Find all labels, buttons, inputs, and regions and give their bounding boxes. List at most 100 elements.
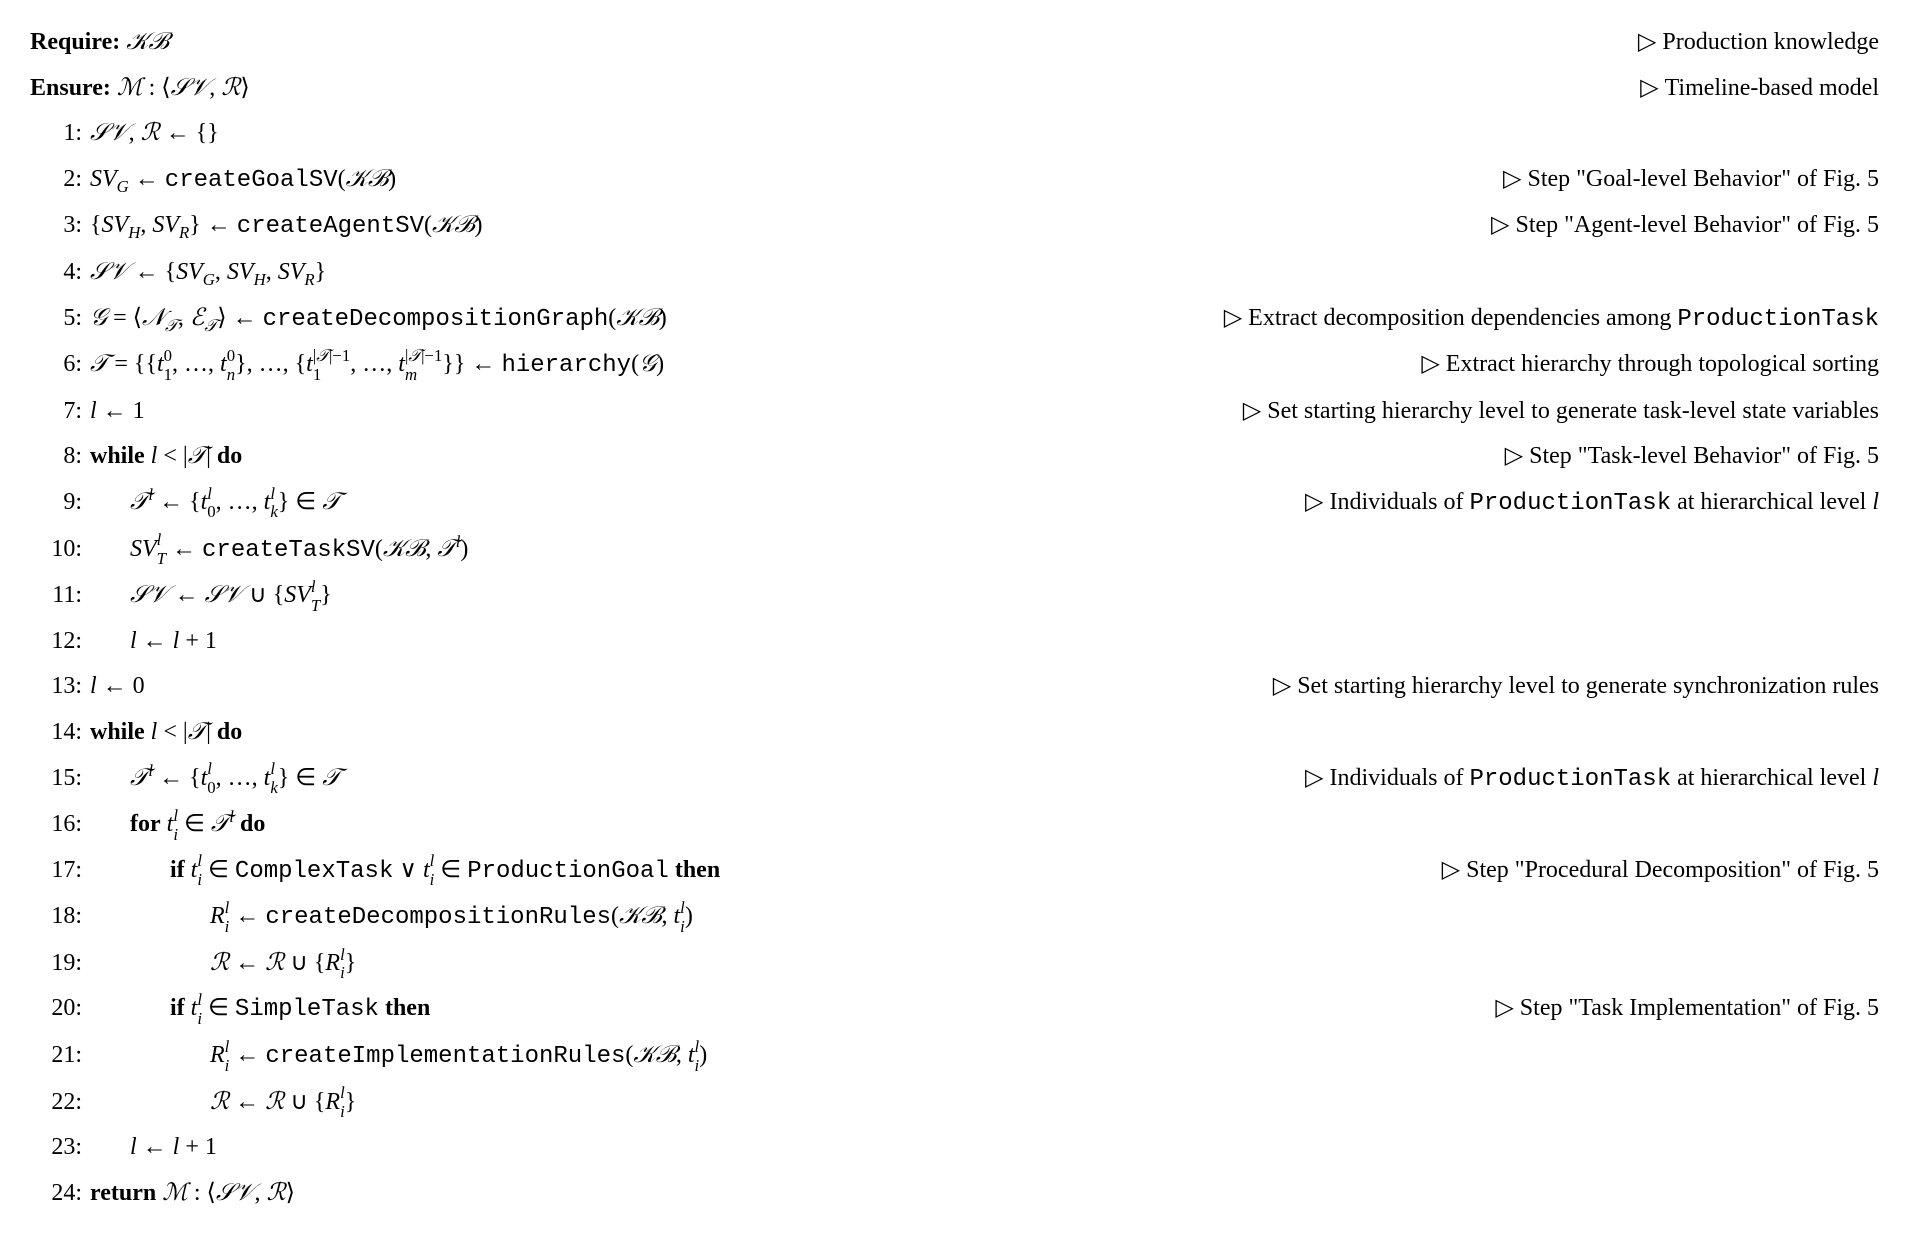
line-body: if tli ∈ ComplexTask ∨ tli ∈ ProductionG… xyxy=(90,848,720,895)
then-keyword: then xyxy=(385,995,430,1021)
comment-suffix: at hierarchical level l xyxy=(1671,765,1879,791)
line-body: 𝒯l ← {tl0, …, tlk} ∈ 𝒯 xyxy=(90,756,341,802)
do-keyword: do xyxy=(217,443,242,469)
for-keyword: for xyxy=(130,811,161,837)
return-keyword: return xyxy=(90,1180,156,1206)
lineno: 4: xyxy=(30,250,90,296)
line-body: for tli ∈ 𝒯l do xyxy=(90,802,265,848)
line-comment: Individuals of ProductionTask at hierarc… xyxy=(1265,756,1879,803)
line-body: 𝒮𝒱 ← 𝒮𝒱 ∪ {SVlT} xyxy=(90,573,332,619)
then-keyword: then xyxy=(675,857,720,883)
line-body: l ← l + 1 xyxy=(90,1125,217,1171)
lineno: 18: xyxy=(30,894,90,940)
line-body: {SVH, SVR} ← createAgentSV(𝒦ℬ) xyxy=(90,203,483,250)
line-19: 19: ℛ ← ℛ ∪ {Rli} xyxy=(30,941,1879,987)
line-4: 4: 𝒮𝒱 ← {SVG, SVH, SVR} xyxy=(30,250,1879,296)
ensure-comment: Timeline-based model xyxy=(1600,66,1879,112)
lineno: 12: xyxy=(30,619,90,665)
line-2: 2: SVG ← createGoalSV(𝒦ℬ) Step "Goal-lev… xyxy=(30,157,1879,204)
line-body: while l < |𝒯| do xyxy=(90,434,242,480)
line-7: 7: l ← 1 Set starting hierarchy level to… xyxy=(30,389,1879,435)
line-body: 𝒮𝒱, ℛ ← {} xyxy=(90,111,219,157)
line-13: 13: l ← 0 Set starting hierarchy level t… xyxy=(30,664,1879,710)
line-20: 20: if tli ∈ SimpleTask then Step "Task … xyxy=(30,986,1879,1033)
line-11: 11: 𝒮𝒱 ← 𝒮𝒱 ∪ {SVlT} xyxy=(30,573,1879,619)
if-keyword: if xyxy=(170,857,185,883)
line-16: 16: for tli ∈ 𝒯l do xyxy=(30,802,1879,848)
line-comment: Step "Goal-level Behavior" of Fig. 5 xyxy=(1463,157,1879,203)
line-body: SVlT ← createTaskSV(𝒦ℬ, 𝒯l) xyxy=(90,527,468,574)
ensure-value: ℳ : ⟨𝒮𝒱, ℛ⟩ xyxy=(117,75,250,101)
lineno: 13: xyxy=(30,664,90,710)
line-comment: Set starting hierarchy level to generate… xyxy=(1233,664,1879,710)
do-keyword: do xyxy=(240,811,265,837)
line-22: 22: ℛ ← ℛ ∪ {Rli} xyxy=(30,1080,1879,1126)
line-3: 3: {SVH, SVR} ← createAgentSV(𝒦ℬ) Step "… xyxy=(30,203,1879,250)
line-18: 18: Rli ← createDecompositionRules(𝒦ℬ, t… xyxy=(30,894,1879,941)
line-5: 5: 𝒢 = ⟨𝒩𝒯, ℰ𝒯⟩ ← createDecompositionGra… xyxy=(30,296,1879,343)
line-body: while l < |𝒯| do xyxy=(90,710,242,756)
line-comment: Extract hierarchy through topological so… xyxy=(1381,342,1879,388)
lineno: 16: xyxy=(30,802,90,848)
line-body: return ℳ : ⟨𝒮𝒱, ℛ⟩ xyxy=(90,1171,295,1217)
lineno: 15: xyxy=(30,756,90,802)
line-21: 21: Rli ← createImplementationRules(𝒦ℬ, … xyxy=(30,1033,1879,1080)
line-body: 𝒮𝒱 ← {SVG, SVH, SVR} xyxy=(90,250,326,296)
lineno: 24: xyxy=(30,1171,90,1217)
line-1: 1: 𝒮𝒱, ℛ ← {} xyxy=(30,111,1879,157)
lineno: 5: xyxy=(30,296,90,342)
line-body: ℛ ← ℛ ∪ {Rli} xyxy=(90,1080,356,1126)
line-6: 6: 𝒯 = {{t01, …, t0n}, …, {t|𝒯|−11, …, t… xyxy=(30,342,1879,389)
lineno: 3: xyxy=(30,203,90,249)
line-comment: Extract decomposition dependencies among… xyxy=(1184,296,1879,343)
lineno: 1: xyxy=(30,111,90,157)
require-line: Require: 𝒦ℬ Production knowledge xyxy=(30,20,1879,66)
lineno: 2: xyxy=(30,157,90,203)
lineno: 20: xyxy=(30,986,90,1032)
line-body: l ← 0 xyxy=(90,664,145,710)
comment-code: ProductionTask xyxy=(1677,306,1879,333)
line-body: Rli ← createDecompositionRules(𝒦ℬ, tli) xyxy=(90,894,693,941)
comment-code: ProductionTask xyxy=(1469,490,1671,517)
lineno: 17: xyxy=(30,848,90,894)
line-8: 8: while l < |𝒯| do Step "Task-level Beh… xyxy=(30,434,1879,480)
lineno: 23: xyxy=(30,1125,90,1171)
line-17: 17: if tli ∈ ComplexTask ∨ tli ∈ Product… xyxy=(30,848,1879,895)
line-23: 23: l ← l + 1 xyxy=(30,1125,1879,1171)
if-keyword: if xyxy=(170,995,185,1021)
comment-text: Individuals of xyxy=(1329,489,1469,515)
line-body: 𝒯l ← {tl0, …, tlk} ∈ 𝒯 xyxy=(90,480,341,526)
line-10: 10: SVlT ← createTaskSV(𝒦ℬ, 𝒯l) xyxy=(30,527,1879,574)
line-comment: Individuals of ProductionTask at hierarc… xyxy=(1265,480,1879,527)
ensure-line: Ensure: ℳ : ⟨𝒮𝒱, ℛ⟩ Timeline-based model xyxy=(30,66,1879,112)
lineno: 21: xyxy=(30,1033,90,1079)
line-comment: Step "Procedural Decomposition" of Fig. … xyxy=(1402,848,1879,894)
require-value: 𝒦ℬ xyxy=(126,29,168,55)
lineno: 19: xyxy=(30,941,90,987)
comment-suffix: at hierarchical level l xyxy=(1671,489,1879,515)
comment-text: Extract decomposition dependencies among xyxy=(1248,305,1677,331)
lineno: 7: xyxy=(30,389,90,435)
line-14: 14: while l < |𝒯| do xyxy=(30,710,1879,756)
line-24: 24: return ℳ : ⟨𝒮𝒱, ℛ⟩ xyxy=(30,1171,1879,1217)
while-keyword: while xyxy=(90,719,145,745)
line-body: Rli ← createImplementationRules(𝒦ℬ, tli) xyxy=(90,1033,707,1080)
lineno: 10: xyxy=(30,527,90,573)
line-body: l ← 1 xyxy=(90,389,145,435)
while-keyword: while xyxy=(90,443,145,469)
line-12: 12: l ← l + 1 xyxy=(30,619,1879,665)
line-15: 15: 𝒯l ← {tl0, …, tlk} ∈ 𝒯 Individuals o… xyxy=(30,756,1879,803)
ensure-keyword: Ensure: xyxy=(30,75,111,101)
line-9: 9: 𝒯l ← {tl0, …, tlk} ∈ 𝒯 Individuals of… xyxy=(30,480,1879,527)
algorithm-block: Require: 𝒦ℬ Production knowledge Ensure:… xyxy=(30,20,1879,1216)
line-body: 𝒯 = {{t01, …, t0n}, …, {t|𝒯|−11, …, t|𝒯|… xyxy=(90,342,664,389)
comment-code: ProductionTask xyxy=(1469,766,1671,793)
line-comment: Step "Agent-level Behavior" of Fig. 5 xyxy=(1451,203,1879,249)
line-comment: Step "Task-level Behavior" of Fig. 5 xyxy=(1465,434,1879,480)
line-body: ℛ ← ℛ ∪ {Rli} xyxy=(90,941,356,987)
lineno: 8: xyxy=(30,434,90,480)
lineno: 9: xyxy=(30,480,90,526)
line-body: l ← l + 1 xyxy=(90,619,217,665)
comment-text: Individuals of xyxy=(1329,765,1469,791)
line-body: SVG ← createGoalSV(𝒦ℬ) xyxy=(90,157,396,204)
